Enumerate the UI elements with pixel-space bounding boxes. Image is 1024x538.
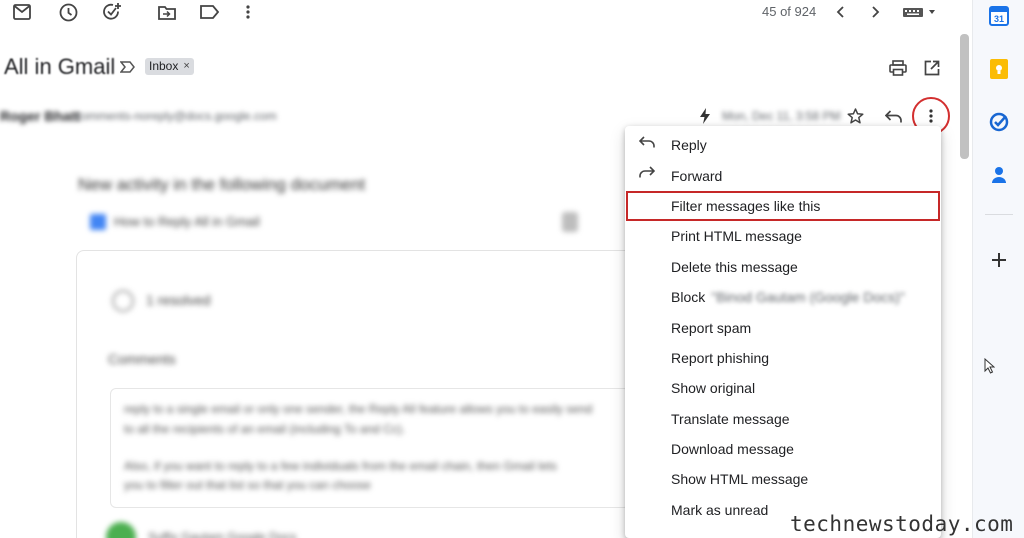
comments-heading: Comments	[108, 351, 176, 367]
keep-icon[interactable]	[973, 57, 1024, 81]
comment-line: to all the recipients of an email (inclu…	[124, 422, 406, 436]
print-icon[interactable]	[886, 56, 910, 80]
email-view: 45 of 924 All in Gmail Inbox × Roger Bha…	[0, 0, 972, 538]
mouse-cursor-icon	[981, 356, 997, 376]
comment-line: Also, if you want to reply to a few indi…	[124, 459, 557, 473]
open-in-new-window-icon[interactable]	[920, 56, 944, 80]
calendar-icon[interactable]: 31	[973, 4, 1024, 28]
menu-item-block[interactable]: Block "Binod Gautam (Google Docs)"	[625, 282, 941, 312]
document-name: How to Reply All in Gmail	[114, 214, 260, 229]
rail-divider	[985, 214, 1013, 215]
menu-item-label: Block	[671, 289, 706, 306]
menu-item-report-spam[interactable]: Report spam	[625, 312, 941, 342]
add-task-icon[interactable]	[100, 1, 124, 23]
inbox-label-text: Inbox	[149, 59, 179, 73]
menu-item-label: Report spam	[671, 319, 752, 336]
label-icon[interactable]	[198, 2, 220, 22]
menu-item-label: Mark as unread	[671, 501, 769, 518]
menu-item-download[interactable]: Download message	[625, 434, 941, 464]
inbox-label-chip[interactable]: Inbox ×	[145, 58, 194, 75]
menu-item-print-html[interactable]: Print HTML message	[625, 221, 941, 251]
doc-thumbnail	[562, 212, 578, 232]
menu-item-label: Download message	[671, 441, 794, 458]
reply-icon[interactable]	[882, 105, 904, 127]
more-options-icon[interactable]	[238, 2, 258, 22]
blocked-sender-name: "Binod Gautam (Google Docs)"	[711, 289, 905, 306]
menu-item-label: Reply	[671, 137, 707, 154]
menu-item-label: Delete this message	[671, 258, 798, 275]
menu-item-filter-messages[interactable]: Filter messages like this	[626, 190, 940, 222]
archive-icon[interactable]	[11, 2, 33, 22]
menu-item-report-phishing[interactable]: Report phishing	[625, 343, 941, 373]
menu-item-forward[interactable]: Forward	[625, 160, 941, 190]
menu-item-label: Translate message	[671, 410, 790, 427]
menu-item-show-original[interactable]: Show original	[625, 373, 941, 403]
scrollbar-thumb[interactable]	[960, 34, 969, 159]
email-body-heading: New activity in the following document	[78, 175, 366, 194]
sender-name: Roger Bhatt	[0, 108, 81, 124]
menu-item-label: Print HTML message	[671, 228, 802, 245]
commenter-name: Suffix Gautam Google Docs	[148, 530, 297, 538]
menu-item-reply[interactable]: Reply	[625, 130, 941, 160]
watermark: technewstoday.com	[790, 512, 1014, 536]
menu-item-label: Filter messages like this	[671, 197, 821, 214]
comment-line: reply to a single email or only one send…	[124, 402, 593, 416]
contacts-icon[interactable]	[973, 163, 1024, 187]
calendar-day: 31	[994, 14, 1004, 24]
resolved-text: 1 resolved	[146, 292, 211, 308]
resolved-icon	[112, 290, 134, 312]
menu-item-delete[interactable]: Delete this message	[625, 252, 941, 282]
menu-item-label: Forward	[671, 167, 723, 184]
email-date: Mon, Dec 11, 3:58 PM	[722, 109, 841, 123]
move-to-icon[interactable]	[156, 2, 178, 22]
menu-item-label: Show original	[671, 380, 756, 397]
menu-item-translate[interactable]: Translate message	[625, 404, 941, 434]
message-options-menu: Reply Forward Filter messages like this …	[625, 126, 941, 538]
pagination-count: 45 of 924	[762, 4, 817, 19]
remove-label-icon[interactable]: ×	[183, 58, 189, 75]
add-icon[interactable]	[973, 248, 1024, 272]
menu-item-label: Report phishing	[671, 349, 770, 366]
menu-item-label: Show HTML message	[671, 471, 809, 488]
lightning-icon	[697, 107, 713, 125]
forward-icon	[639, 166, 655, 178]
keyboard-icon[interactable]	[900, 4, 940, 20]
star-icon[interactable]	[844, 105, 866, 127]
important-marker-icon[interactable]	[118, 58, 136, 76]
email-subject: All in Gmail	[4, 54, 116, 79]
chevron-left-icon[interactable]	[830, 2, 850, 22]
chevron-right-icon[interactable]	[866, 2, 886, 22]
sender-email: comments-noreply@docs.google.com	[75, 109, 277, 123]
tasks-icon[interactable]	[973, 110, 1024, 134]
menu-item-show-html[interactable]: Show HTML message	[625, 464, 941, 494]
comment-line: you to filter out that list so that you …	[124, 478, 371, 492]
reply-icon	[639, 136, 655, 148]
side-panel-rail: 31	[972, 0, 1024, 538]
docs-icon	[90, 214, 106, 230]
snooze-icon[interactable]	[57, 1, 79, 23]
